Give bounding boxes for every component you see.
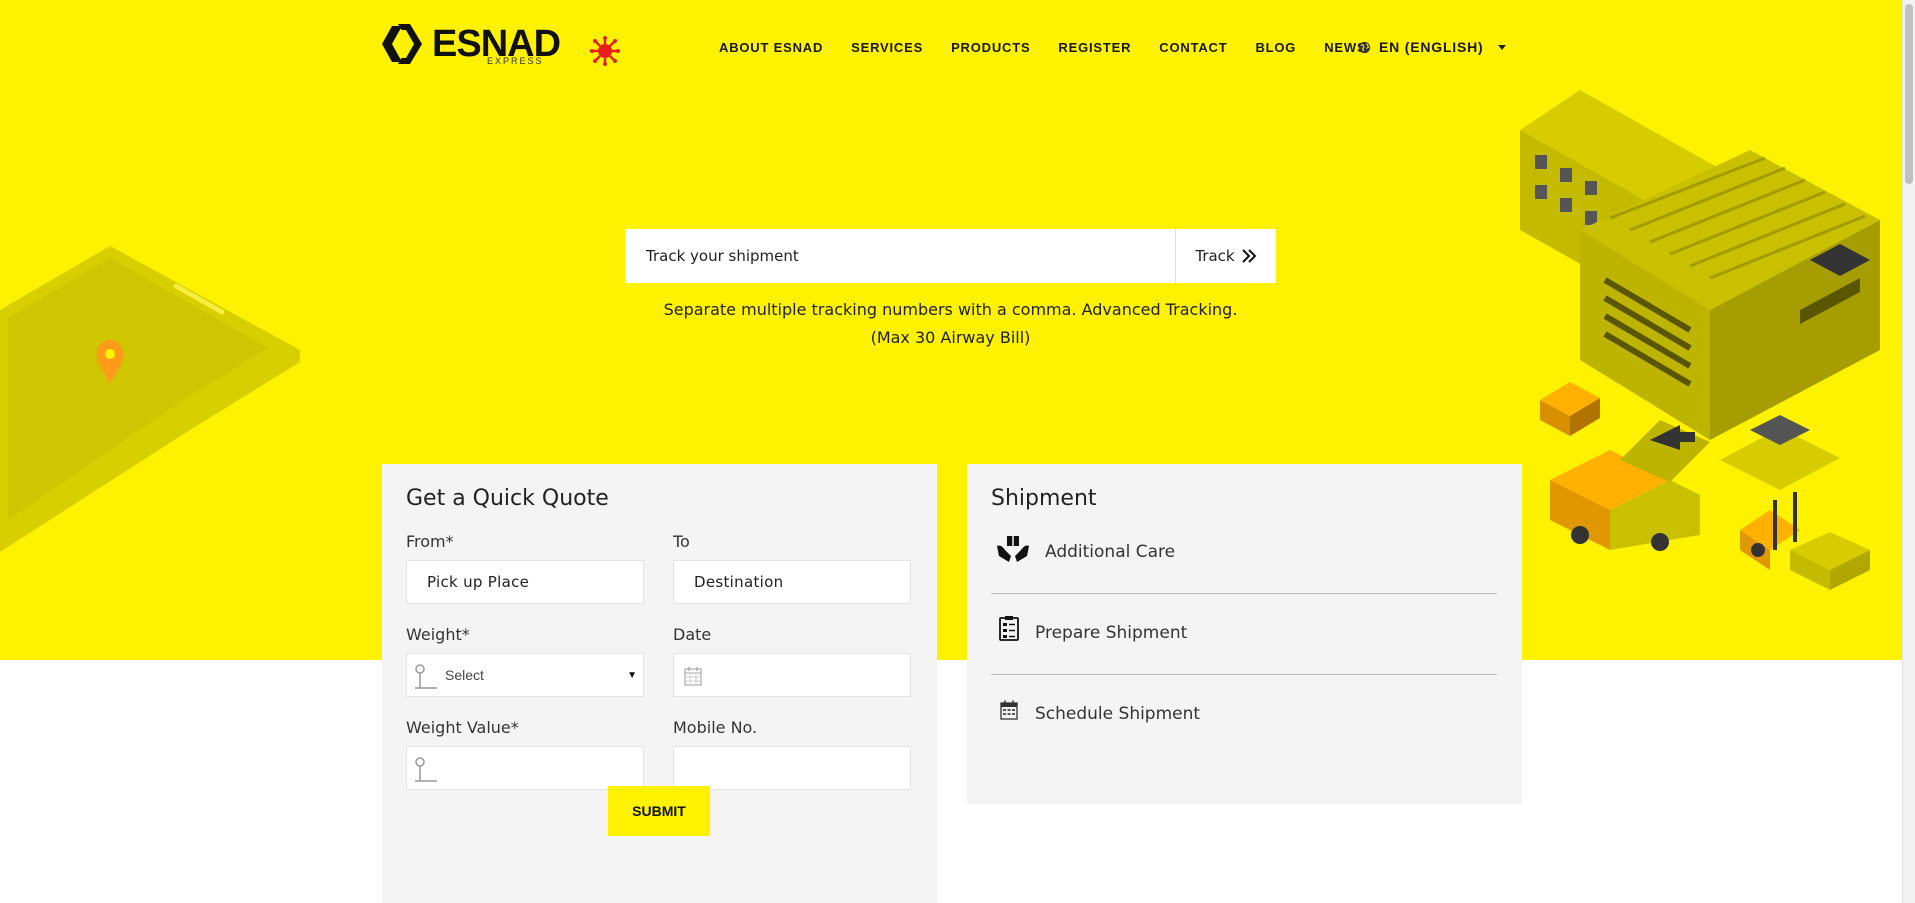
to-field bbox=[673, 560, 911, 604]
tracking-note-line1: Separate multiple tracking numbers with … bbox=[663, 300, 1238, 319]
nav-blog[interactable]: BLOG bbox=[1255, 40, 1296, 55]
mobile-label: Mobile No. bbox=[673, 718, 758, 737]
hero-banner: ESNAD EXPRESS ABOUT ESNAD SERVICES PRODU… bbox=[0, 0, 1903, 660]
nav-products[interactable]: PRODUCTS bbox=[951, 40, 1030, 55]
clipboard-icon bbox=[999, 616, 1019, 641]
from-input[interactable] bbox=[407, 561, 643, 603]
tracking-input[interactable] bbox=[625, 229, 1175, 283]
language-label: EN (ENGLISH) bbox=[1379, 39, 1484, 55]
phone-illustration bbox=[0, 246, 300, 552]
weight-value-input[interactable] bbox=[407, 747, 643, 789]
tracking-note-line2: (Max 30 Airway Bill) bbox=[870, 328, 1031, 347]
nav-about-esnad[interactable]: ABOUT ESNAD bbox=[719, 40, 823, 55]
select-arrow-icon: ▼ bbox=[627, 670, 637, 681]
calendar-icon bbox=[1000, 700, 1018, 720]
tracking-note: Separate multiple tracking numbers with … bbox=[625, 296, 1276, 352]
weight-select-value: Select bbox=[445, 667, 484, 683]
logo-subtext: EXPRESS bbox=[487, 56, 544, 66]
quick-quote-panel: Get a Quick Quote From* To Weight* Selec… bbox=[382, 464, 937, 903]
calendar-icon bbox=[684, 667, 702, 686]
from-field bbox=[406, 560, 644, 604]
covid-virus-icon[interactable] bbox=[590, 36, 620, 66]
main-nav: ABOUT ESNAD SERVICES PRODUCTS REGISTER C… bbox=[719, 40, 1394, 55]
nav-contact[interactable]: CONTACT bbox=[1159, 40, 1227, 55]
date-label: Date bbox=[673, 625, 712, 644]
caret-down-icon bbox=[1497, 44, 1506, 50]
shipment-item-label: Prepare Shipment bbox=[1035, 623, 1188, 643]
weight-select[interactable]: Select ▼ bbox=[406, 653, 644, 697]
to-input[interactable] bbox=[674, 561, 910, 603]
divider bbox=[991, 674, 1497, 675]
track-button[interactable]: Track bbox=[1175, 229, 1276, 283]
mobile-input[interactable] bbox=[674, 747, 910, 789]
weight-value-field bbox=[406, 746, 644, 790]
date-field[interactable] bbox=[673, 653, 911, 697]
to-label: To bbox=[673, 532, 690, 551]
divider bbox=[991, 593, 1497, 594]
tracking-form: Track bbox=[625, 229, 1276, 283]
weight-value-label: Weight Value* bbox=[406, 718, 519, 737]
double-chevron-right-icon bbox=[1241, 249, 1257, 263]
weight-label: Weight* bbox=[406, 625, 470, 644]
shipment-item-schedule[interactable]: Schedule Shipment bbox=[991, 686, 1497, 767]
shipment-item-label: Additional Care bbox=[1045, 542, 1176, 562]
track-button-label: Track bbox=[1195, 247, 1235, 265]
weight-pin-icon bbox=[415, 664, 437, 689]
globe-icon bbox=[1358, 41, 1371, 53]
site-logo[interactable]: ESNAD EXPRESS bbox=[380, 22, 561, 68]
from-label: From* bbox=[406, 532, 454, 551]
weight-pin-icon bbox=[415, 757, 437, 782]
hands-box-icon bbox=[997, 536, 1029, 562]
submit-button[interactable]: SUBMIT bbox=[608, 786, 710, 836]
scrollbar-thumb[interactable] bbox=[1905, 4, 1913, 184]
shipment-item-label: Schedule Shipment bbox=[1035, 704, 1201, 724]
page-scrollbar[interactable] bbox=[1902, 0, 1915, 903]
shipment-panel: Shipment Additional Care Prepare Shipmen… bbox=[967, 464, 1522, 804]
shipment-title: Shipment bbox=[991, 486, 1097, 511]
language-selector[interactable]: EN (ENGLISH) bbox=[1358, 39, 1506, 55]
warehouse-illustration bbox=[1520, 90, 1880, 590]
logo-chevron-icon bbox=[382, 24, 422, 64]
quick-quote-title: Get a Quick Quote bbox=[406, 486, 609, 511]
nav-register[interactable]: REGISTER bbox=[1058, 40, 1131, 55]
nav-services[interactable]: SERVICES bbox=[851, 40, 923, 55]
mobile-field bbox=[673, 746, 911, 790]
